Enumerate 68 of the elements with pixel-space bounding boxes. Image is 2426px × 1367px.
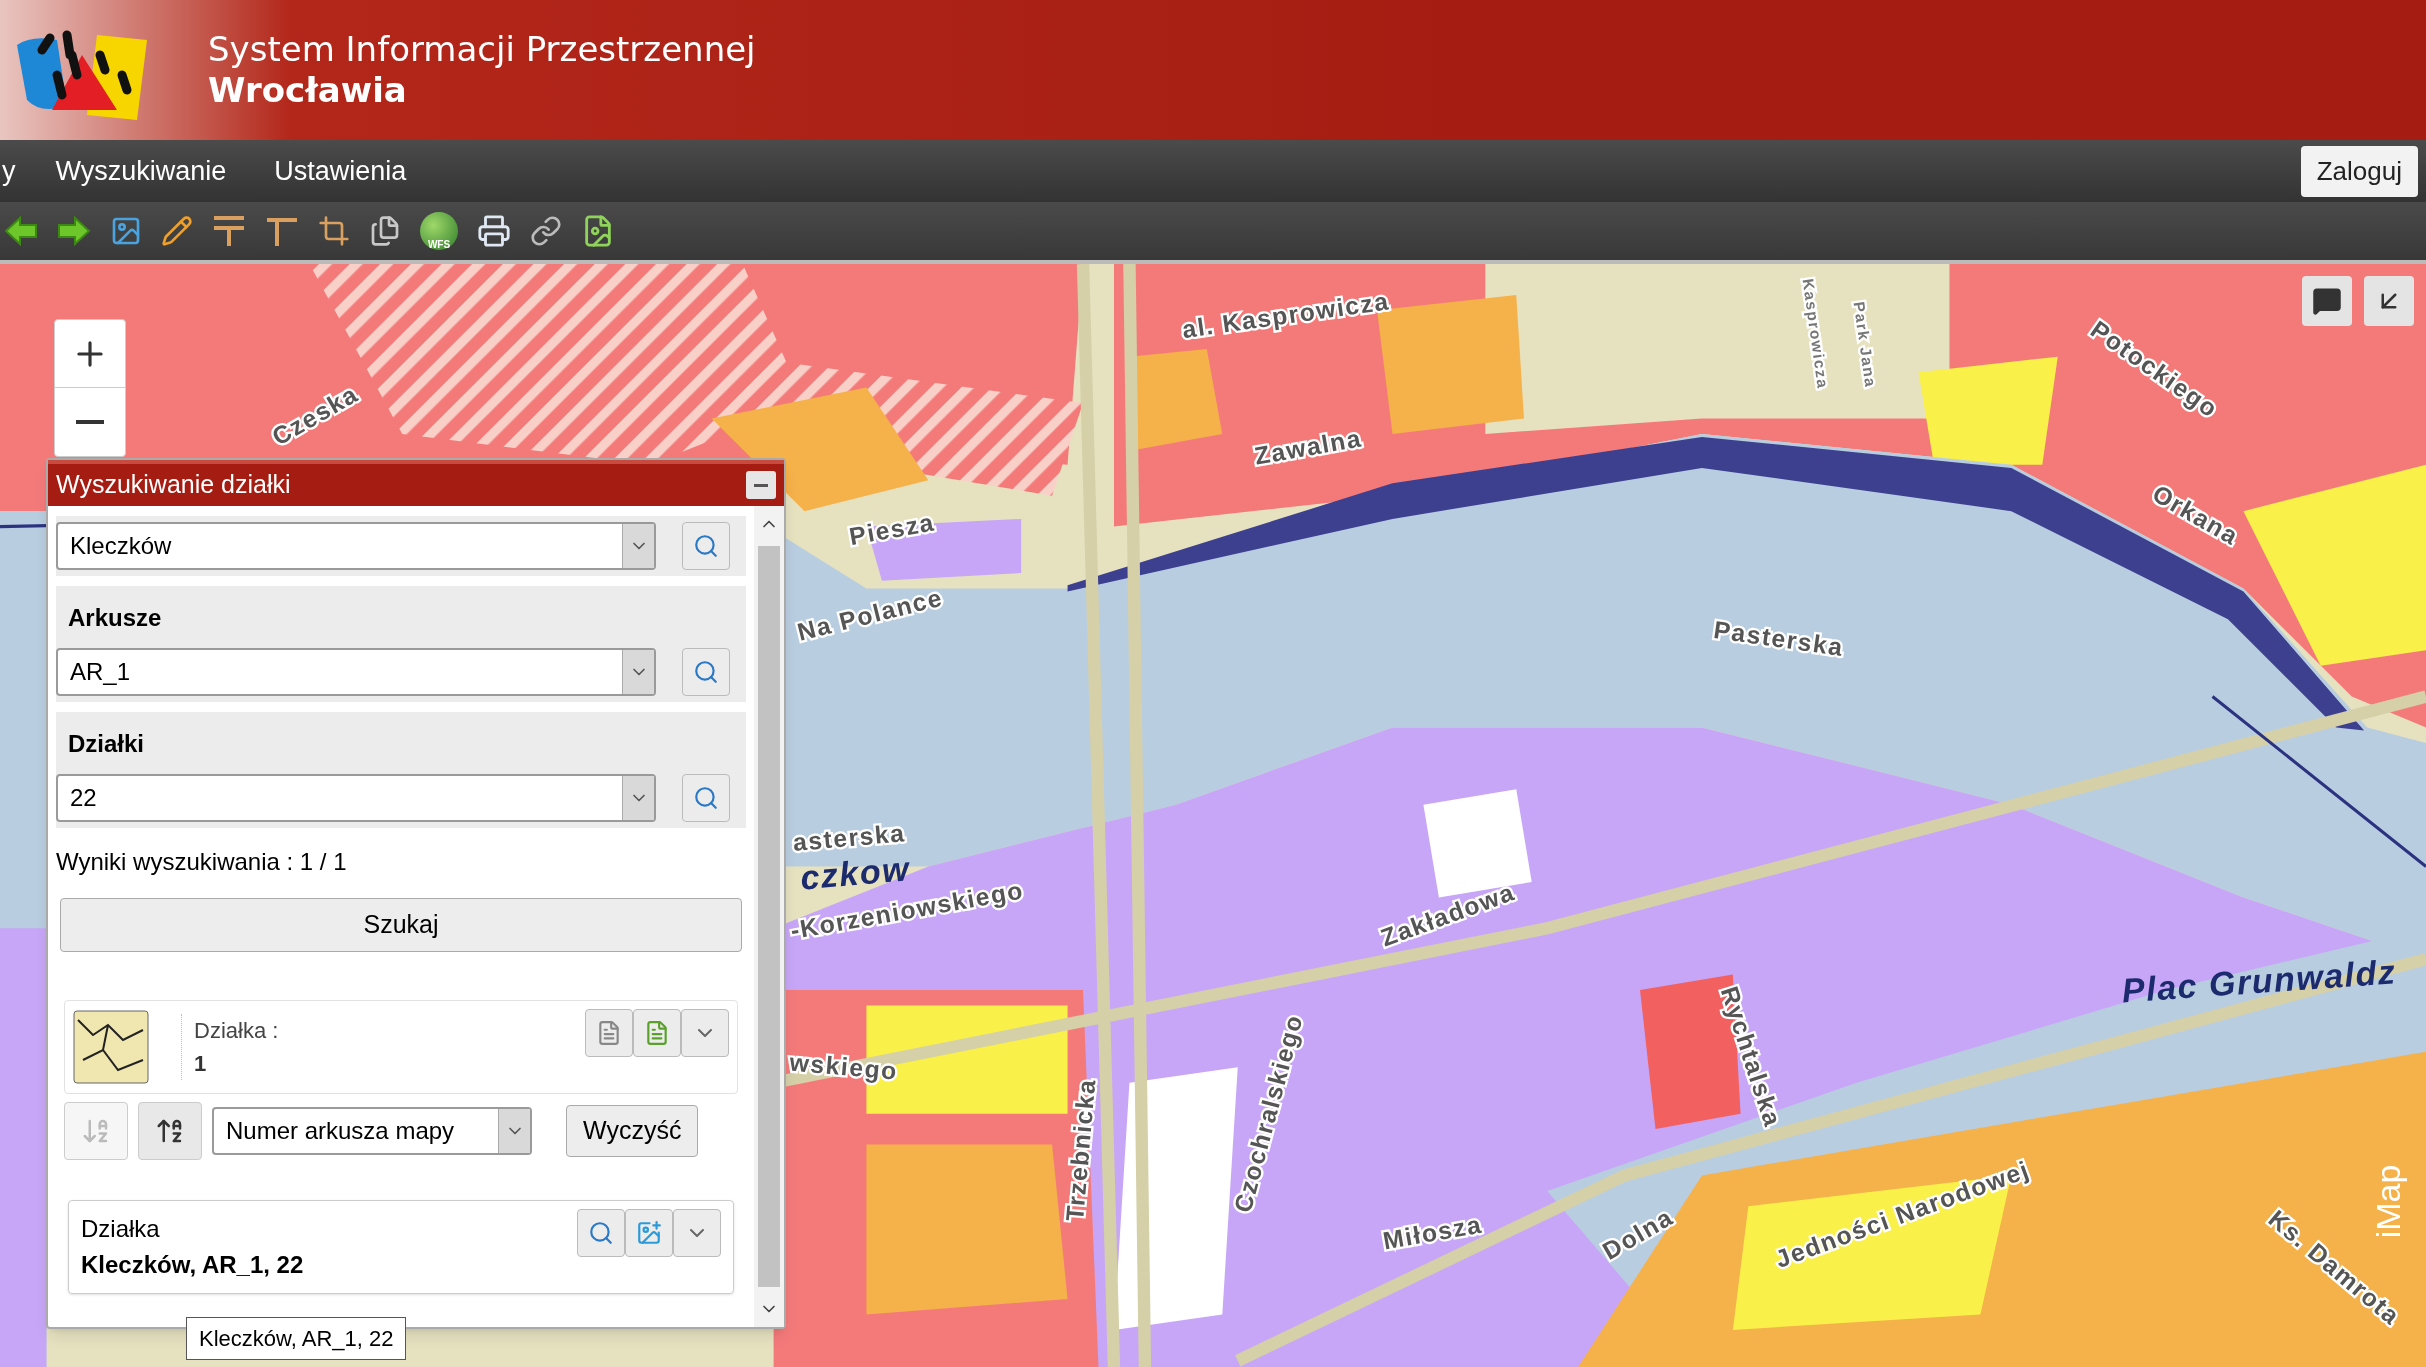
search-button[interactable] [682, 648, 730, 696]
document-icon [596, 1020, 622, 1046]
search-button[interactable] [682, 774, 730, 822]
minus-icon [754, 483, 768, 487]
login-button[interactable]: Zaloguj [2300, 145, 2418, 197]
clear-button[interactable]: Wyczyść [566, 1105, 699, 1157]
document-button[interactable] [633, 1009, 681, 1057]
document-icon [644, 1020, 670, 1046]
site-subtitle: Wrocławia [208, 70, 408, 111]
menu-item[interactable]: Ustawienia [274, 150, 407, 192]
crop-icon[interactable] [318, 215, 350, 247]
search-submit-button[interactable]: Szukaj [60, 898, 742, 952]
section-label: Arkusze [67, 603, 163, 633]
image-plus-icon [636, 1220, 662, 1246]
comment-button[interactable] [2302, 276, 2352, 326]
result-label: Działka : [194, 1017, 280, 1045]
district-label: Plac Grunwaldz [2120, 952, 2398, 1010]
street-label: Kasprowicza [1799, 277, 1832, 391]
measure-line-icon[interactable] [212, 214, 246, 248]
back-arrow-icon[interactable] [4, 216, 38, 246]
forward-arrow-icon[interactable] [57, 216, 91, 246]
minimize-button[interactable] [746, 471, 776, 499]
sort-button[interactable] [138, 1102, 202, 1160]
pencil-icon[interactable] [161, 215, 193, 247]
dropdown-field[interactable]: Kleczków [56, 522, 656, 570]
site-title: System Informacji Przestrzennej [208, 29, 756, 70]
minus-icon [76, 420, 104, 424]
dropdown-field[interactable]: AR_1 [56, 648, 656, 696]
speech-bubble-icon [2312, 286, 2342, 316]
select-value: Kleczków [69, 531, 173, 561]
menu-item[interactable]: y [2, 150, 16, 192]
selected-value: Kleczków, AR_1, 22 [81, 1250, 305, 1280]
add-to-map-button[interactable] [625, 1209, 673, 1257]
search-icon [693, 785, 719, 811]
street-label: Park Jana [1850, 300, 1880, 390]
selected-label: Działka [81, 1214, 161, 1244]
menu-item[interactable]: Wyszukiwanie [55, 150, 227, 192]
street-label: Miłosza [1380, 1210, 1485, 1255]
search-button[interactable] [682, 522, 730, 570]
link-icon[interactable] [530, 215, 562, 247]
street-label: Zawalna [1252, 424, 1364, 470]
street-label: al. Kasprowicza [1180, 287, 1392, 344]
street-label: wskiego [788, 1048, 899, 1085]
layers-icon[interactable] [369, 215, 401, 247]
search-icon [588, 1220, 614, 1246]
select-value: Numer arkusza mapy [225, 1116, 456, 1146]
printer-icon[interactable] [477, 214, 511, 248]
search-icon [693, 533, 719, 559]
street-label: Trzebnicka [1061, 1077, 1101, 1223]
search-icon [693, 659, 719, 685]
panel-title: Wyszukiwanie działki [56, 469, 291, 501]
dropdown-field[interactable]: 22 [56, 774, 656, 822]
section-label: Działki [67, 729, 146, 759]
document-button[interactable] [585, 1009, 633, 1057]
results-count: Wyniki wyszukiwania : 1 / 1 [56, 847, 348, 877]
tooltip: Kleczków, AR_1, 22 [186, 1317, 407, 1360]
street-label: asterska [791, 819, 907, 856]
street-label: Pasterska [1712, 616, 1846, 661]
select-value: 22 [69, 783, 98, 813]
street-label: Piesza [847, 508, 937, 551]
sort-dropdown[interactable]: Numer arkusza mapy [212, 1107, 532, 1155]
select-value: AR_1 [69, 657, 132, 687]
zoom-to-button[interactable] [577, 1209, 625, 1257]
attribution-logo: iMap [2369, 1164, 2408, 1239]
scrollbar[interactable] [754, 506, 784, 1327]
expand-button[interactable] [2364, 276, 2414, 326]
result-value: 1 [194, 1050, 208, 1078]
street-label: Na Polance [794, 583, 946, 646]
